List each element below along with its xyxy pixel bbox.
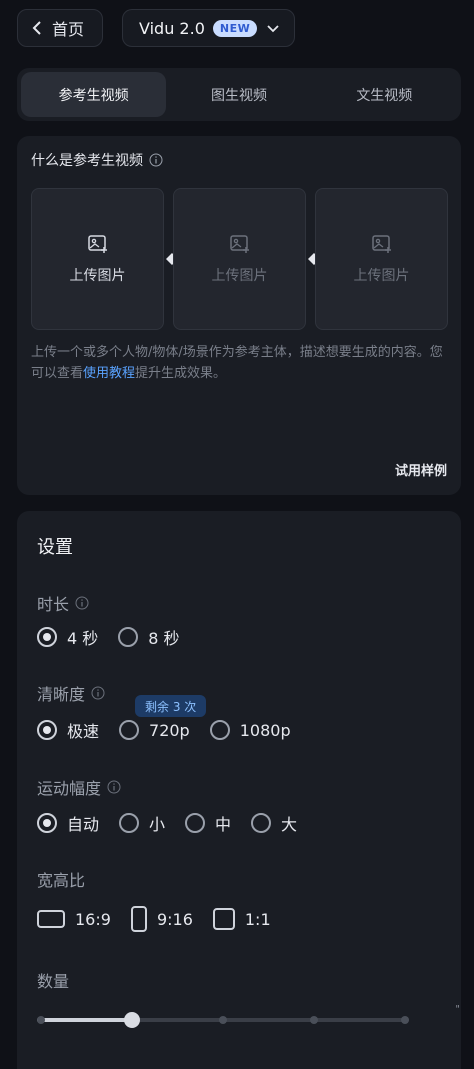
- slider-stop[interactable]: [37, 1016, 45, 1024]
- image-add-icon: [229, 235, 249, 253]
- desc-text-after: 提升生成效果。: [135, 366, 227, 381]
- ratio-label: 宽高比: [37, 867, 85, 891]
- motion-option-label: 中: [215, 815, 232, 834]
- reference-help-title[interactable]: 什么是参考生视频: [31, 150, 163, 170]
- slider-thumb[interactable]: [124, 1012, 140, 1028]
- reference-title-text: 什么是参考生视频: [31, 153, 143, 169]
- ratio-option-label: 1:1: [244, 909, 271, 929]
- upload-card-3: 上传图片: [315, 188, 448, 330]
- quality-label: 清晰度: [37, 681, 105, 705]
- motion-option-medium[interactable]: 中: [185, 811, 231, 835]
- motion-option-label: 自动: [67, 815, 100, 834]
- quantity-slider[interactable]: [37, 1010, 409, 1030]
- home-back-button[interactable]: 首页: [17, 9, 103, 47]
- ratio-options: 16:9 9:16 1:1: [37, 906, 291, 932]
- radio-checked-icon: [37, 813, 57, 833]
- info-icon[interactable]: [107, 780, 121, 794]
- radio-checked-icon: [37, 627, 57, 647]
- quality-option-label: 720p: [149, 720, 190, 740]
- radio-unchecked-icon: [209, 720, 230, 740]
- quality-option-fast[interactable]: 极速: [37, 718, 99, 742]
- quality-option-1080p[interactable]: 1080p: [209, 720, 291, 740]
- settings-panel: 设置 时长 4 秒 8 秒 清晰度 剩余 3 次 极速 720p 1080p 运…: [17, 511, 461, 1069]
- mode-tabs: 参考生视频 图生视频 文生视频: [17, 68, 461, 121]
- portrait-ratio-icon: [130, 906, 147, 932]
- tab-image-to-video[interactable]: 图生视频: [166, 72, 311, 117]
- quantity-label: 数量: [37, 968, 69, 992]
- motion-label-text: 运动幅度: [37, 779, 102, 798]
- top-bar: 首页 Vidu 2.0 NEW: [0, 0, 474, 56]
- info-icon[interactable]: [149, 153, 163, 167]
- chevron-down-icon: [267, 25, 279, 33]
- chevron-left-icon: [32, 21, 41, 35]
- home-label: 首页: [52, 20, 85, 39]
- upload-label: 上传图片: [211, 268, 268, 284]
- quality-label-text: 清晰度: [37, 685, 86, 704]
- radio-checked-icon: [37, 720, 57, 740]
- motion-label: 运动幅度: [37, 775, 121, 799]
- upload-card-1[interactable]: 上传图片: [31, 188, 164, 330]
- radio-unchecked-icon: [118, 627, 139, 647]
- duration-option-8s[interactable]: 8 秒: [118, 625, 180, 649]
- try-sample-button[interactable]: 试用样例: [395, 460, 447, 479]
- motion-option-label: 小: [149, 815, 166, 834]
- upload-label: 上传图片: [353, 268, 410, 284]
- duration-label: 时长: [37, 591, 89, 615]
- slider-stop[interactable]: [310, 1016, 318, 1024]
- quality-options: 极速 720p 1080p: [37, 718, 311, 742]
- motion-option-small[interactable]: 小: [119, 811, 165, 835]
- upload-row: 上传图片 上传图片 上传图片: [31, 188, 448, 331]
- radio-unchecked-icon: [185, 813, 206, 833]
- ratio-label-text: 宽高比: [37, 871, 86, 890]
- duration-label-text: 时长: [37, 595, 70, 614]
- landscape-ratio-icon: [37, 910, 65, 928]
- radio-unchecked-icon: [119, 813, 140, 833]
- square-ratio-icon: [212, 908, 235, 930]
- tutorial-link[interactable]: 使用教程: [83, 366, 135, 381]
- radio-unchecked-icon: [251, 813, 272, 833]
- motion-options: 自动 小 中 大: [37, 811, 317, 835]
- new-badge: NEW: [212, 19, 258, 37]
- tab-reference-video[interactable]: 参考生视频: [21, 72, 167, 117]
- watermark-text: ": [455, 1004, 460, 1015]
- duration-option-label: 8 秒: [148, 629, 180, 648]
- remaining-uses-badge: 剩余 3 次: [135, 695, 207, 717]
- duration-option-4s[interactable]: 4 秒: [37, 625, 98, 649]
- info-icon[interactable]: [75, 596, 89, 610]
- upload-card-2: 上传图片: [173, 188, 306, 330]
- quality-option-label: 极速: [67, 722, 100, 741]
- image-add-icon: [371, 235, 391, 253]
- reference-panel: 什么是参考生视频 上传图片 上传图片 上传图片 上传一个或多个人物/物体/场景作…: [17, 136, 461, 495]
- model-select[interactable]: Vidu 2.0 NEW: [122, 9, 295, 47]
- motion-option-large[interactable]: 大: [251, 811, 297, 835]
- image-add-icon: [87, 235, 107, 253]
- quantity-label-text: 数量: [37, 972, 70, 991]
- reference-description: 上传一个或多个人物/物体/场景作为参考主体，描述想要生成的内容。您可以查看使用教…: [31, 342, 451, 384]
- quality-option-label: 1080p: [239, 720, 291, 740]
- quality-option-720p[interactable]: 720p: [119, 720, 190, 740]
- slider-stop[interactable]: [401, 1016, 409, 1024]
- ratio-option-label: 9:16: [156, 909, 193, 929]
- radio-unchecked-icon: [119, 720, 140, 740]
- motion-option-label: 大: [281, 815, 298, 834]
- upload-label: 上传图片: [69, 268, 126, 284]
- ratio-option-9-16[interactable]: 9:16: [130, 906, 193, 932]
- ratio-option-16-9[interactable]: 16:9: [37, 910, 111, 929]
- model-name: Vidu 2.0: [139, 18, 205, 38]
- ratio-option-label: 16:9: [75, 909, 111, 929]
- tab-text-to-video[interactable]: 文生视频: [312, 72, 457, 117]
- motion-option-auto[interactable]: 自动: [37, 811, 99, 835]
- slider-fill: [37, 1018, 132, 1022]
- settings-title: 设置: [37, 537, 73, 558]
- slider-stop[interactable]: [219, 1016, 227, 1024]
- duration-option-label: 4 秒: [67, 629, 99, 648]
- ratio-option-1-1[interactable]: 1:1: [212, 908, 271, 930]
- duration-options: 4 秒 8 秒: [37, 625, 200, 649]
- info-icon[interactable]: [91, 686, 105, 700]
